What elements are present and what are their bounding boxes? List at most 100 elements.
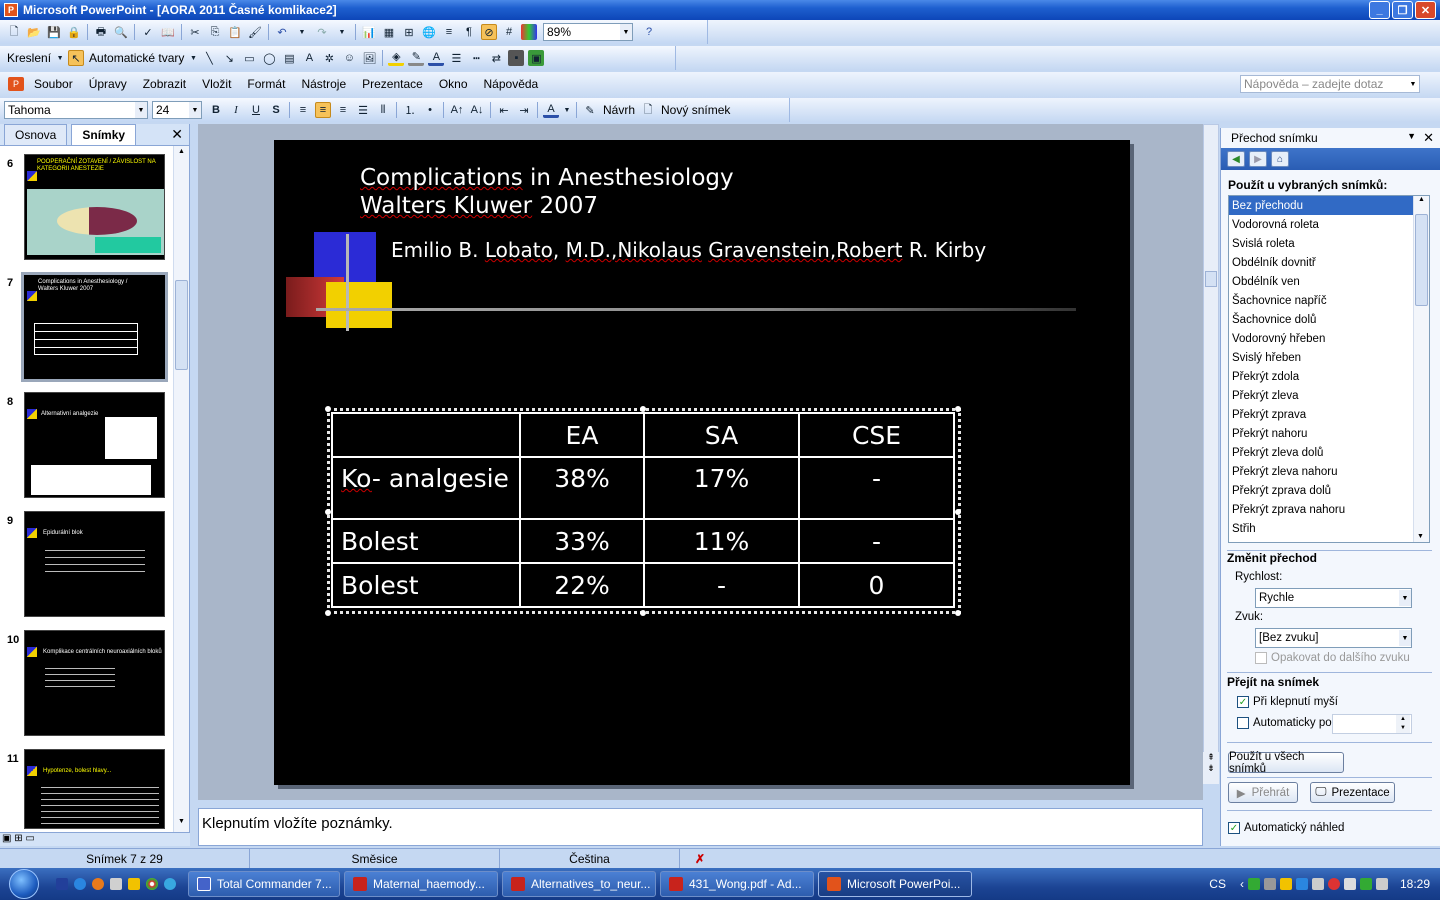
- forward-icon[interactable]: ▶: [1249, 151, 1267, 167]
- show-formatting-icon[interactable]: ¶: [461, 24, 477, 40]
- sound-select[interactable]: [Bez zvuku] ▼: [1255, 628, 1412, 648]
- bold-button[interactable]: B: [208, 102, 224, 118]
- slide-table[interactable]: EA SA CSE Ko- analgesie 38% 17% - Bolest…: [331, 412, 955, 608]
- network-icon[interactable]: [1311, 878, 1324, 890]
- color-grayscale-icon[interactable]: [521, 24, 537, 40]
- draw-menu[interactable]: Kreslení: [7, 51, 51, 65]
- print-preview-icon[interactable]: 🔍: [113, 24, 129, 40]
- spelling-icon[interactable]: ✓: [140, 24, 156, 40]
- font-select[interactable]: Tahoma ▼: [4, 101, 148, 119]
- on-click-checkbox[interactable]: ✓ Při klepnutí myší: [1237, 696, 1338, 708]
- language-indicator[interactable]: CS: [1209, 877, 1226, 891]
- arrow-icon[interactable]: ↘: [221, 50, 237, 66]
- menu-upravy[interactable]: Úpravy: [81, 77, 135, 91]
- taskbar-item-powerpoint[interactable]: Microsoft PowerPoi...: [818, 871, 972, 897]
- clock[interactable]: 18:29: [1400, 877, 1430, 891]
- slide-title[interactable]: Complications in Anesthesiology Walters …: [360, 164, 734, 220]
- transition-item[interactable]: Bez přechodu: [1229, 196, 1429, 215]
- speed-select[interactable]: Rychle ▼: [1255, 588, 1412, 608]
- notes-pane[interactable]: Klepnutím vložíte poznámky.: [198, 808, 1203, 846]
- table-header-cell[interactable]: [331, 412, 521, 458]
- bullets-icon[interactable]: •: [422, 102, 438, 118]
- dash-style-icon[interactable]: ┅: [468, 50, 484, 66]
- slideshow-view-icon[interactable]: ▭: [25, 833, 34, 844]
- transition-item[interactable]: Překrýt zprava nahoru: [1229, 500, 1429, 519]
- menu-vlozit[interactable]: Vložit: [194, 77, 239, 91]
- table-header-cell[interactable]: EA: [519, 412, 645, 458]
- close-icon[interactable]: ✕: [171, 126, 183, 143]
- table-cell[interactable]: Bolest: [331, 562, 521, 608]
- table-cell[interactable]: 22%: [519, 562, 645, 608]
- menu-okno[interactable]: Okno: [431, 77, 476, 91]
- scroll-thumb[interactable]: [1415, 214, 1428, 306]
- line-icon[interactable]: ╲: [201, 50, 217, 66]
- transition-item[interactable]: Překrýt nahoru: [1229, 424, 1429, 443]
- resize-handle[interactable]: [955, 509, 961, 515]
- start-button[interactable]: [0, 868, 48, 900]
- select-objects-icon[interactable]: ↖: [68, 50, 85, 66]
- distribute-icon[interactable]: ⦀: [375, 102, 391, 118]
- expand-all-icon[interactable]: ≡: [441, 24, 457, 40]
- textbox-icon[interactable]: ▤: [281, 50, 297, 66]
- permission-icon[interactable]: 🔒: [66, 24, 82, 40]
- transition-item[interactable]: Svislá roleta: [1229, 234, 1429, 253]
- transition-item[interactable]: Svislý hřeben: [1229, 348, 1429, 367]
- redo-icon[interactable]: ↷: [314, 24, 330, 40]
- close-button[interactable]: ✕: [1415, 1, 1436, 19]
- rectangle-icon[interactable]: ▭: [241, 50, 257, 66]
- transition-item[interactable]: Překrýt zdola: [1229, 367, 1429, 386]
- scroll-thumb[interactable]: [1205, 271, 1217, 287]
- clipart-icon[interactable]: ☺: [341, 50, 357, 66]
- shadow-button[interactable]: S: [268, 102, 284, 118]
- resize-handle[interactable]: [955, 406, 961, 412]
- increase-indent-icon[interactable]: ⇥: [516, 102, 532, 118]
- underline-button[interactable]: U: [248, 102, 264, 118]
- loop-sound-checkbox[interactable]: Opakovat do dalšího zvuku: [1255, 652, 1410, 664]
- volume-icon[interactable]: [1375, 878, 1388, 890]
- transition-item[interactable]: Šachovnice napříč: [1229, 291, 1429, 310]
- next-slide-icon[interactable]: ⇟: [1203, 763, 1219, 774]
- increase-font-icon[interactable]: A↑: [449, 102, 465, 118]
- cut-icon[interactable]: ✂: [187, 24, 203, 40]
- scroll-up-icon[interactable]: ▲: [1414, 196, 1429, 203]
- play-button[interactable]: ▶ Přehrát: [1228, 782, 1298, 803]
- transition-list[interactable]: Bez přechodu Vodorovná roleta Svislá rolet…: [1228, 195, 1430, 543]
- align-left-icon[interactable]: ≡: [295, 102, 311, 118]
- slide-thumbnail-9[interactable]: Epidurální blok: [24, 511, 165, 617]
- show-grid-icon[interactable]: ⊘: [481, 24, 497, 40]
- paste-icon[interactable]: 📋: [227, 24, 243, 40]
- resize-handle[interactable]: [640, 610, 646, 616]
- tray-icon[interactable]: [1327, 878, 1340, 890]
- arrow-style-icon[interactable]: ⇄: [488, 50, 504, 66]
- tray-icon[interactable]: [1263, 878, 1276, 890]
- slides-pane-scrollbar[interactable]: ▲ ▼: [173, 146, 189, 832]
- diagram-icon[interactable]: ✲: [321, 50, 337, 66]
- line-style-icon[interactable]: ☰: [448, 50, 464, 66]
- minimize-button[interactable]: _: [1369, 1, 1390, 19]
- insert-table-icon[interactable]: ▦: [381, 24, 397, 40]
- battery-icon[interactable]: [1359, 878, 1372, 890]
- restore-button[interactable]: ❐: [1392, 1, 1413, 19]
- resize-handle[interactable]: [955, 610, 961, 616]
- table-cell[interactable]: 33%: [519, 518, 645, 564]
- align-right-icon[interactable]: ≡: [335, 102, 351, 118]
- transition-item[interactable]: Vodorovná roleta: [1229, 215, 1429, 234]
- fill-color-icon[interactable]: ◈: [388, 50, 405, 66]
- scroll-up-icon[interactable]: ▲: [175, 148, 188, 160]
- slideshow-button[interactable]: 🖵 Prezentace: [1310, 782, 1395, 803]
- tray-icon[interactable]: [1295, 878, 1308, 890]
- copy-icon[interactable]: ⎘: [207, 24, 223, 40]
- research-icon[interactable]: 📖: [160, 24, 176, 40]
- table-cell[interactable]: -: [643, 562, 800, 608]
- insert-chart-icon[interactable]: 📊: [361, 24, 377, 40]
- slide-subtitle[interactable]: Emilio B. Lobato, M.D.,Nikolaus Gravenst…: [391, 238, 986, 262]
- table-header-cell[interactable]: SA: [643, 412, 800, 458]
- document-menu-icon[interactable]: P: [8, 77, 24, 91]
- help-search-input[interactable]: Nápověda – zadejte dotaz ▼: [1240, 75, 1420, 93]
- tab-slides[interactable]: Snímky: [71, 124, 137, 145]
- apply-all-button[interactable]: Použít u všech snímků: [1228, 751, 1344, 775]
- taskbar-item-pdf-1[interactable]: Maternal_haemody...: [344, 871, 498, 897]
- transition-item[interactable]: Překrýt zprava dolů: [1229, 481, 1429, 500]
- chevron-down-icon[interactable]: ▼: [1407, 131, 1416, 141]
- transition-item[interactable]: Šachovnice dolů: [1229, 310, 1429, 329]
